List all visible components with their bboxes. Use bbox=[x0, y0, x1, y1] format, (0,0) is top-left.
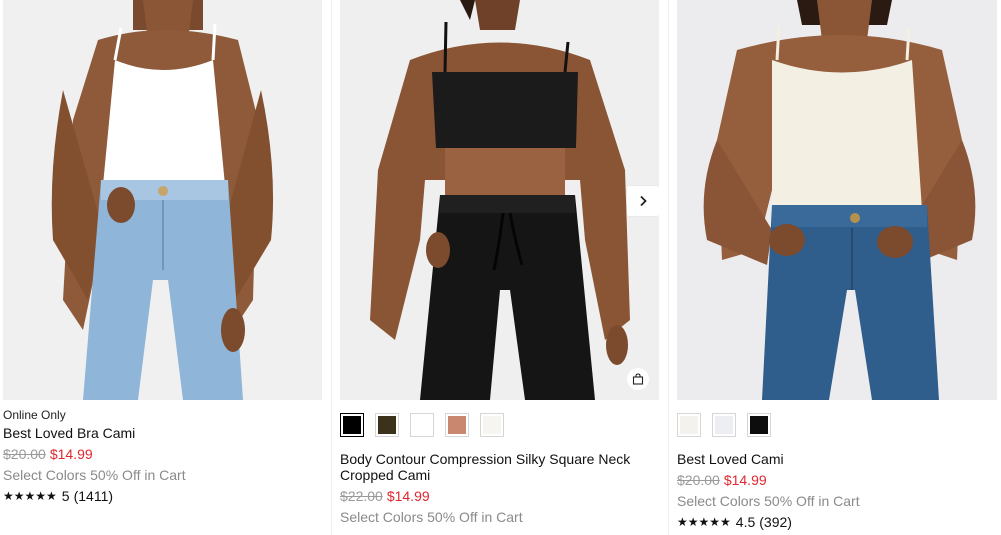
model-photo-black-cropped-cami bbox=[340, 0, 659, 400]
original-price: $20.00 bbox=[677, 472, 720, 488]
color-swatches bbox=[677, 413, 997, 439]
color-swatches bbox=[340, 413, 659, 439]
review-count: (1411) bbox=[73, 488, 114, 504]
next-image-button[interactable] bbox=[627, 186, 659, 216]
product-name[interactable]: Body Contour Compression Silky Square Ne… bbox=[340, 451, 659, 483]
color-swatch-terracotta[interactable] bbox=[445, 413, 469, 437]
model-photo-ivory-cami bbox=[677, 0, 997, 400]
star-rating-icon: ★★★★★ bbox=[3, 489, 57, 503]
product-price: $20.00 $14.99 bbox=[677, 472, 997, 488]
product-name[interactable]: Best Loved Bra Cami bbox=[3, 425, 322, 441]
card-divider bbox=[668, 0, 669, 535]
original-price: $20.00 bbox=[3, 446, 46, 462]
sale-price: $14.99 bbox=[386, 488, 430, 504]
product-image[interactable] bbox=[340, 0, 659, 400]
shopping-bag-icon bbox=[632, 373, 644, 385]
color-swatch-light-gray[interactable] bbox=[712, 413, 736, 437]
product-price: $20.00 $14.99 bbox=[3, 446, 322, 462]
rating-score: 4.5 bbox=[735, 514, 756, 530]
card-divider bbox=[331, 0, 332, 535]
promo-text: Select Colors 50% Off in Cart bbox=[3, 467, 186, 483]
chevron-right-icon bbox=[640, 195, 647, 207]
color-swatch-white[interactable] bbox=[410, 413, 434, 437]
star-rating-icon: ★★★★★ bbox=[677, 515, 731, 529]
online-only-badge: Online Only bbox=[3, 408, 66, 422]
model-photo-white-cami bbox=[3, 0, 322, 400]
product-rating[interactable]: ★★★★★ 4.5 (392) bbox=[677, 514, 997, 530]
color-swatch-cream[interactable] bbox=[677, 413, 701, 437]
product-price: $22.00 $14.99 bbox=[340, 488, 659, 504]
promo-text: Select Colors 50% Off in Cart bbox=[677, 493, 860, 509]
product-card-best-loved-cami[interactable]: Best Loved Cami $20.00 $14.99 Select Colo… bbox=[677, 0, 997, 535]
rating-score: 5 bbox=[61, 488, 70, 504]
product-rating[interactable]: ★★★★★ 5 (1411) bbox=[3, 488, 322, 504]
sale-price: $14.99 bbox=[723, 472, 767, 488]
color-swatch-black[interactable] bbox=[340, 413, 364, 437]
product-card-best-loved-bra-cami[interactable]: Online Only Best Loved Bra Cami $20.00 $1… bbox=[3, 0, 322, 535]
product-name[interactable]: Best Loved Cami bbox=[677, 451, 997, 467]
color-swatch-olive[interactable] bbox=[375, 413, 399, 437]
sale-price: $14.99 bbox=[49, 446, 93, 462]
original-price: $22.00 bbox=[340, 488, 383, 504]
promo-text: Select Colors 50% Off in Cart bbox=[340, 509, 523, 525]
color-swatch-black[interactable] bbox=[747, 413, 771, 437]
review-count: (392) bbox=[759, 514, 792, 530]
color-swatch-ivory[interactable] bbox=[480, 413, 504, 437]
product-card-body-contour-cami[interactable]: Body Contour Compression Silky Square Ne… bbox=[340, 0, 659, 535]
quick-add-bag-button[interactable] bbox=[627, 368, 649, 390]
product-image[interactable] bbox=[3, 0, 322, 400]
product-image[interactable] bbox=[677, 0, 997, 400]
product-grid: Online Only Best Loved Bra Cami $20.00 $1… bbox=[0, 0, 1001, 535]
